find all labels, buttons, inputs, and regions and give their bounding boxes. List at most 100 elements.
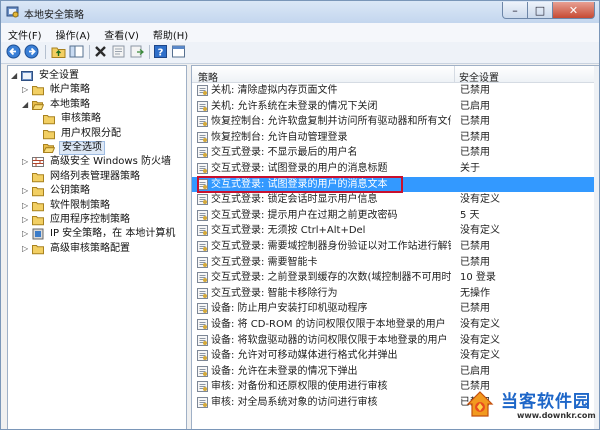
folder-icon bbox=[32, 86, 44, 96]
policy-setting: 已禁用 bbox=[460, 241, 490, 252]
policy-setting: 无操作 bbox=[460, 287, 490, 299]
policy-name: 设备: 允许在未登录的情况下弹出 bbox=[211, 365, 358, 377]
tree-expander-icon[interactable]: ▷ bbox=[22, 85, 30, 94]
toolbar-separator bbox=[149, 45, 150, 59]
policy-name: 交互式登录: 需要智能卡 bbox=[211, 256, 318, 268]
policy-name: 关机: 允许系统在未登录的情况下关闭 bbox=[211, 100, 378, 112]
column-header-policy[interactable]: 策略 bbox=[198, 69, 218, 84]
watermark-url: www.downkr.com bbox=[517, 411, 596, 420]
minimize-button[interactable]: – bbox=[502, 2, 528, 19]
menu-file[interactable]: 文件(F) bbox=[1, 23, 49, 42]
folder-icon bbox=[32, 216, 44, 226]
policy-item-icon bbox=[197, 365, 208, 377]
title-bar[interactable]: 本地安全策略 – □ ✕ bbox=[1, 1, 599, 23]
toolbar: ? bbox=[1, 42, 599, 64]
policy-setting: 没有定义 bbox=[460, 225, 500, 237]
vertical-scrollbar[interactable] bbox=[594, 66, 599, 429]
column-header-setting[interactable]: 安全设置 bbox=[459, 69, 499, 84]
tree-expander-icon[interactable]: ▷ bbox=[22, 244, 30, 253]
policy-row[interactable]: 设备: 允许在未登录的情况下弹出 已启用 bbox=[192, 364, 596, 379]
policy-item-icon bbox=[197, 163, 208, 174]
red-highlight-box bbox=[197, 175, 403, 193]
policy-row[interactable]: 交互式登录: 之前登录到缓存的次数(域控制器不可用时) 10 登录 bbox=[192, 270, 596, 285]
tree-item-label: 应用程序控制策略 bbox=[50, 214, 130, 225]
menu-help[interactable]: 帮助(H) bbox=[146, 23, 195, 42]
policy-item-icon bbox=[197, 272, 208, 284]
policy-item-icon bbox=[197, 85, 208, 96]
policy-list-pane[interactable]: 策略 安全设置 关机: 清除虚拟内存页面文件 已禁用 关机: 允许系统在未登录的情况… bbox=[191, 65, 599, 429]
policy-name: 设备: 防止用户安装打印机驱动程序 bbox=[211, 303, 368, 315]
policy-item-icon bbox=[197, 350, 208, 362]
policy-item-icon bbox=[197, 381, 208, 393]
tree-item-label: 本地策略 bbox=[50, 98, 90, 110]
policy-row[interactable]: 交互式登录: 需要域控制器身份验证以对工作站进行解锁 已禁用 bbox=[192, 239, 596, 254]
policy-row[interactable]: 交互式登录: 锁定会话时显示用户信息 没有定义 bbox=[192, 192, 596, 207]
back-arrow-icon[interactable] bbox=[6, 44, 21, 59]
column-divider[interactable] bbox=[454, 66, 455, 82]
tree-expander-icon[interactable]: ▷ bbox=[22, 229, 30, 238]
policy-row[interactable]: 设备: 防止用户安装打印机驱动程序 已禁用 bbox=[192, 301, 596, 316]
policy-row[interactable]: 关机: 清除虚拟内存页面文件 已禁用 bbox=[192, 83, 596, 98]
policy-row[interactable]: 交互式登录: 无须按 Ctrl+Alt+Del 没有定义 bbox=[192, 223, 596, 238]
show-tree-icon[interactable] bbox=[69, 44, 84, 59]
up-folder-icon[interactable] bbox=[51, 44, 66, 59]
policy-row[interactable]: 恢复控制台: 允许自动管理登录 已禁用 bbox=[192, 130, 596, 145]
policy-row[interactable]: 交互式登录: 试图登录的用户的消息标题 关于 bbox=[192, 161, 596, 176]
maximize-button[interactable]: □ bbox=[528, 2, 553, 19]
policy-item-icon bbox=[197, 241, 208, 252]
tree-item-label: 公钥策略 bbox=[50, 185, 90, 197]
tree-expander-icon[interactable]: ▷ bbox=[22, 215, 30, 224]
policy-setting: 已禁用 bbox=[460, 256, 490, 268]
properties-icon[interactable] bbox=[111, 44, 126, 59]
toolbar-separator bbox=[45, 45, 46, 59]
policy-row[interactable]: 设备: 将软盘驱动器的访问权限仅限于本地登录的用户 没有定义 bbox=[192, 333, 596, 348]
policy-setting: 5 天 bbox=[460, 209, 480, 221]
minimize-icon: – bbox=[512, 3, 518, 17]
policy-item-icon bbox=[197, 116, 208, 128]
tree-item-label: 软件限制策略 bbox=[50, 199, 110, 211]
policy-name: 审核: 对全局系统对象的访问进行审核 bbox=[211, 397, 378, 408]
policy-item-icon bbox=[197, 131, 208, 143]
tree-expander-icon[interactable]: ▷ bbox=[22, 186, 30, 195]
security-settings-icon bbox=[21, 71, 33, 81]
policy-item-icon bbox=[197, 287, 208, 299]
policy-name: 设备: 允许对可移动媒体进行格式化并弹出 bbox=[211, 350, 398, 362]
policy-row[interactable]: 交互式登录: 需要智能卡 已禁用 bbox=[192, 255, 596, 270]
help-icon[interactable]: ? bbox=[153, 44, 168, 59]
policy-item-icon bbox=[197, 209, 208, 221]
policy-name: 交互式登录: 锁定会话时显示用户信息 bbox=[211, 194, 378, 206]
tree-expander-icon[interactable]: ▷ bbox=[22, 157, 30, 166]
menu-view[interactable]: 查看(V) bbox=[97, 23, 146, 42]
policy-name: 交互式登录: 试图登录的用户的消息标题 bbox=[211, 163, 388, 174]
tree-pane[interactable]: ◢ 安全设置 ▷ 帐户策略 ◢ 本地策略 审核策略 用户权限分配 安全选项 ▷ 高级安全 Windo… bbox=[7, 65, 187, 429]
policy-row[interactable]: 交互式登录: 智能卡移除行为 无操作 bbox=[192, 286, 596, 301]
policy-row[interactable]: 设备: 允许对可移动媒体进行格式化并弹出 没有定义 bbox=[192, 348, 596, 363]
policy-row[interactable]: 恢复控制台: 允许软盘复制并访问所有驱动器和所有文件夹 已禁用 bbox=[192, 114, 596, 129]
policy-item-icon bbox=[197, 225, 208, 237]
delete-icon[interactable] bbox=[93, 44, 108, 59]
console-icon[interactable] bbox=[171, 44, 186, 59]
policy-setting: 没有定义 bbox=[460, 319, 500, 330]
policy-name: 关机: 清除虚拟内存页面文件 bbox=[211, 85, 338, 96]
policy-row[interactable]: 交互式登录: 不显示最后的用户名 已禁用 bbox=[192, 145, 596, 160]
policy-item-icon bbox=[197, 319, 208, 330]
forward-arrow-icon[interactable] bbox=[24, 44, 39, 59]
close-button[interactable]: ✕ bbox=[553, 2, 595, 19]
tree-expander-icon[interactable]: ▷ bbox=[22, 201, 30, 210]
policy-name: 交互式登录: 不显示最后的用户名 bbox=[211, 147, 358, 159]
policy-row[interactable]: 设备: 将 CD-ROM 的访问权限仅限于本地登录的用户 没有定义 bbox=[192, 317, 596, 332]
export-icon[interactable] bbox=[129, 44, 144, 59]
tree-item-label: IP 安全策略，在 本地计算机 bbox=[50, 228, 176, 240]
tree-item-label: 安全选项 bbox=[59, 141, 105, 155]
policy-row[interactable]: 交互式登录: 提示用户在过期之前更改密码 5 天 bbox=[192, 208, 596, 223]
tree-expander-icon[interactable]: ◢ bbox=[11, 71, 19, 80]
policy-item-icon bbox=[197, 147, 208, 159]
folder-open-icon bbox=[32, 100, 44, 110]
policy-row[interactable]: 关机: 允许系统在未登录的情况下关闭 已启用 bbox=[192, 99, 596, 114]
house-logo-icon bbox=[466, 391, 494, 417]
menu-action[interactable]: 操作(A) bbox=[49, 23, 98, 42]
policy-name: 设备: 将 CD-ROM 的访问权限仅限于本地登录的用户 bbox=[211, 319, 446, 330]
tree-expander-icon[interactable]: ◢ bbox=[22, 100, 30, 109]
tree-item-label: 用户权限分配 bbox=[61, 127, 121, 139]
tree-item-label: 网络列表管理器策略 bbox=[50, 170, 140, 182]
